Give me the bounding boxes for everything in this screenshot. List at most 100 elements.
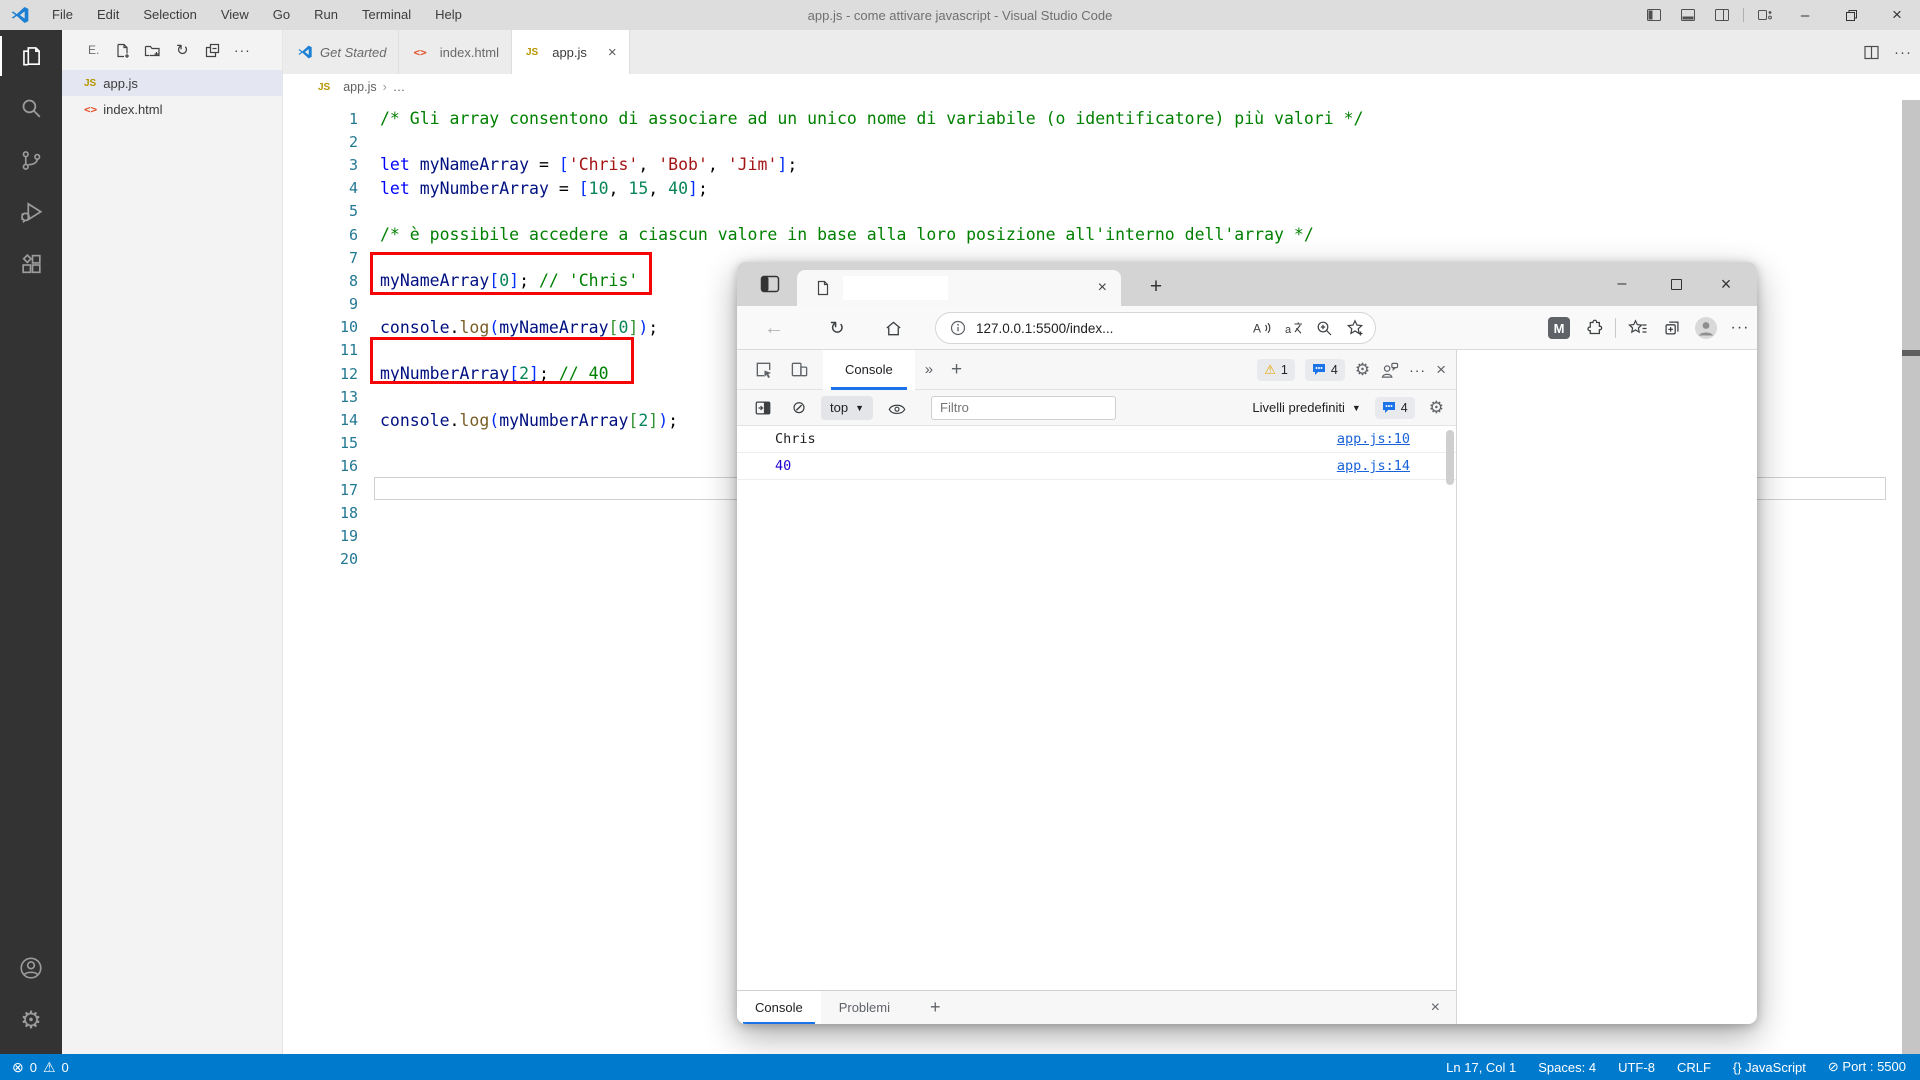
line-content[interactable]: let myNumberArray = [10, 15, 40];	[380, 179, 708, 198]
run-debug-icon[interactable]	[0, 186, 62, 238]
clear-console-icon[interactable]: ⊘	[781, 390, 817, 426]
menu-selection[interactable]: Selection	[131, 0, 208, 30]
line-number[interactable]: 12	[283, 365, 358, 383]
new-tab-icon[interactable]: +	[1141, 272, 1171, 302]
line-number[interactable]: 3	[283, 156, 358, 174]
line-number[interactable]: 6	[283, 226, 358, 244]
extensions-puzzle-icon[interactable]	[1576, 311, 1610, 345]
console-scrollbar[interactable]	[1446, 430, 1454, 485]
code-line-1[interactable]: 1 /* Gli array consentono di associare ad…	[283, 107, 1900, 130]
split-editor-icon[interactable]	[1863, 44, 1880, 61]
vertical-tabs-icon[interactable]	[759, 273, 781, 295]
inspect-element-icon[interactable]	[745, 352, 781, 388]
page-content-blank[interactable]	[1458, 350, 1757, 1024]
warnings-badge[interactable]: ⚠1	[1257, 359, 1295, 381]
menu-edit[interactable]: Edit	[85, 0, 131, 30]
breadcrumb-file[interactable]: app.js	[343, 80, 376, 94]
tab-close-icon[interactable]: ×	[1098, 279, 1107, 297]
line-content[interactable]: /* Gli array consentono di associare ad …	[380, 109, 1363, 128]
new-folder-icon[interactable]	[141, 39, 163, 61]
devtools-more-icon[interactable]: ···	[1409, 362, 1426, 378]
file-item-app.js[interactable]: JSapp.js	[62, 70, 282, 96]
line-number[interactable]: 1	[283, 110, 358, 128]
menu-help[interactable]: Help	[423, 0, 474, 30]
code-line-5[interactable]: 5	[283, 200, 1900, 223]
devtools-feedback-icon[interactable]	[1380, 361, 1399, 379]
code-line-3[interactable]: 3let myNameArray = ['Chris', 'Bob', 'Jim…	[283, 153, 1900, 176]
address-bar[interactable]: 127.0.0.1:5500/index... A a	[935, 312, 1376, 344]
context-selector[interactable]: top▼	[821, 396, 873, 420]
devtools-close-icon[interactable]: ×	[1436, 360, 1446, 380]
line-number[interactable]: 11	[283, 341, 358, 359]
vscode-close-button[interactable]: ×	[1874, 0, 1920, 30]
drawer-tab-problemi[interactable]: Problemi	[821, 991, 908, 1025]
line-content[interactable]: console.log(myNumberArray[2]);	[380, 411, 678, 430]
line-number[interactable]: 7	[283, 249, 358, 267]
vscode-restore-button[interactable]	[1828, 0, 1874, 30]
source-control-icon[interactable]	[0, 134, 62, 186]
m-extension-icon[interactable]: M	[1542, 311, 1576, 345]
back-icon[interactable]: ←	[759, 313, 789, 343]
customize-layout-icon[interactable]	[1748, 0, 1782, 30]
line-content[interactable]: console.log(myNameArray[0]);	[380, 318, 658, 337]
breadcrumb[interactable]: JS app.js › …	[283, 74, 1920, 100]
collections-icon[interactable]	[1655, 311, 1689, 345]
line-number[interactable]: 17	[283, 481, 358, 499]
devtools-console-tab[interactable]: Console	[823, 350, 915, 390]
toggle-secondary-sidebar-icon[interactable]	[1705, 0, 1739, 30]
status-item-1[interactable]: Spaces: 4	[1538, 1060, 1596, 1075]
line-number[interactable]: 5	[283, 202, 358, 220]
menu-view[interactable]: View	[209, 0, 261, 30]
console-source-link[interactable]: app.js:14	[1337, 458, 1410, 474]
tab-get-started[interactable]: Get Started	[283, 30, 399, 74]
translate-icon[interactable]: a	[1285, 320, 1303, 336]
devtools-settings-icon[interactable]: ⚙	[1355, 360, 1370, 380]
zoom-icon[interactable]	[1316, 320, 1333, 337]
status-item-3[interactable]: CRLF	[1677, 1060, 1711, 1075]
menu-go[interactable]: Go	[261, 0, 302, 30]
edge-active-tab[interactable]: ×	[797, 270, 1121, 306]
line-number[interactable]: 14	[283, 411, 358, 429]
menu-file[interactable]: File	[40, 0, 85, 30]
line-number[interactable]: 8	[283, 272, 358, 290]
line-number[interactable]: 15	[283, 434, 358, 452]
code-line-2[interactable]: 2	[283, 130, 1900, 153]
url-text[interactable]: 127.0.0.1:5500/index...	[976, 321, 1113, 336]
editor-more-icon[interactable]: ···	[1894, 44, 1912, 61]
line-content[interactable]: /* è possibile accedere a ciascun valore…	[380, 225, 1314, 244]
edge-settings-more-icon[interactable]: ···	[1723, 311, 1757, 345]
line-number[interactable]: 4	[283, 179, 358, 197]
tab-index-html[interactable]: <>index.html	[399, 30, 512, 74]
drawer-add-icon[interactable]: +	[930, 997, 941, 1018]
line-number[interactable]: 2	[283, 133, 358, 151]
code-line-4[interactable]: 4 let myNumberArray = [10, 15, 40];	[283, 177, 1900, 200]
line-number[interactable]: 9	[283, 295, 358, 313]
extensions-icon[interactable]	[0, 238, 62, 290]
drawer-tab-console[interactable]: Console	[737, 991, 821, 1025]
console-settings-icon[interactable]: ⚙	[1429, 398, 1444, 418]
live-expression-eye-icon[interactable]	[879, 390, 915, 426]
favorites-bar-icon[interactable]	[1621, 311, 1655, 345]
refresh-explorer-icon[interactable]: ↻	[171, 39, 193, 61]
device-toolbar-icon[interactable]	[781, 352, 817, 388]
drawer-close-icon[interactable]: ×	[1431, 999, 1456, 1017]
menu-run[interactable]: Run	[302, 0, 350, 30]
code-line-6[interactable]: 6 /* è possibile accedere a ciascun valor…	[283, 223, 1900, 246]
site-info-icon[interactable]	[950, 320, 966, 336]
more-tabs-icon[interactable]: »	[925, 361, 933, 378]
issues-badge[interactable]: 4	[1305, 359, 1345, 381]
refresh-icon[interactable]: ↻	[822, 313, 852, 343]
edge-close-button[interactable]: ×	[1703, 262, 1749, 306]
home-icon[interactable]	[878, 313, 908, 343]
new-file-icon[interactable]	[111, 39, 133, 61]
collapse-folders-icon[interactable]	[201, 39, 223, 61]
toggle-panel-icon[interactable]	[1671, 0, 1705, 30]
line-number[interactable]: 18	[283, 504, 358, 522]
explorer-icon[interactable]	[0, 30, 62, 82]
settings-gear-icon[interactable]: ⚙	[0, 994, 62, 1046]
favorites-star-icon[interactable]	[1346, 319, 1365, 337]
line-number[interactable]: 10	[283, 318, 358, 336]
menu-terminal[interactable]: Terminal	[350, 0, 423, 30]
status-item-5[interactable]: ⊘ Port : 5500	[1828, 1059, 1906, 1075]
console-sidebar-icon[interactable]	[745, 390, 781, 426]
